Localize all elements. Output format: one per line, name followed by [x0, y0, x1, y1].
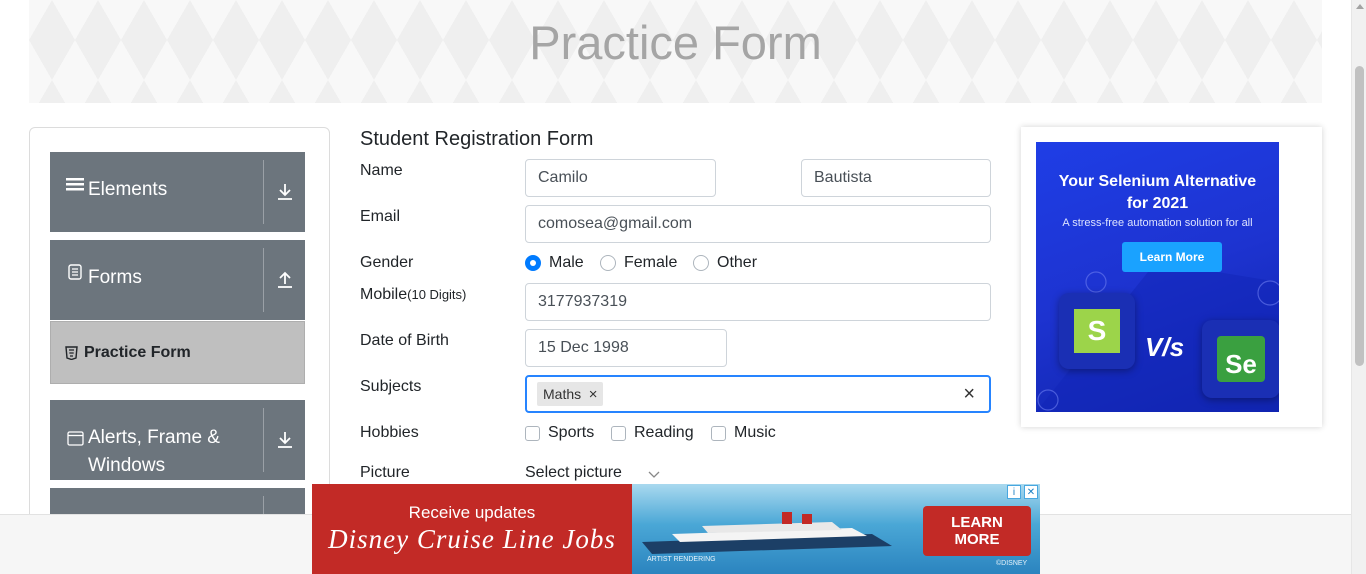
gender-other-radio[interactable]: Other	[693, 254, 757, 272]
vs-text: V/s	[1145, 332, 1185, 362]
selenium-logo-letter: Se	[1217, 336, 1265, 382]
adchoices-icon[interactable]: i	[1007, 485, 1021, 499]
checkbox-icon[interactable]	[611, 425, 626, 441]
subject-chip: Maths ×	[537, 382, 604, 406]
date-of-birth-input[interactable]: 15 Dec 1998	[525, 329, 727, 367]
gender-option-label: Male	[549, 254, 584, 271]
document-icon	[66, 264, 84, 280]
sidebar-group-label: Forms	[88, 267, 142, 288]
first-name-input[interactable]: Camilo	[525, 159, 716, 197]
vertical-scrollbar[interactable]	[1351, 0, 1366, 574]
email-label: Email	[360, 208, 401, 225]
subjects-label: Subjects	[360, 378, 422, 395]
katalon-logo-icon: S	[1059, 293, 1135, 369]
ad-cta-line1: LEARN	[951, 514, 1003, 531]
scroll-up-arrow-icon[interactable]	[1356, 4, 1364, 9]
sidebar-group-elements[interactable]: Elements	[50, 152, 305, 232]
mobile-hint: (10 Digits)	[407, 287, 467, 302]
radio-selected-icon[interactable]	[525, 255, 541, 271]
checkbox-icon[interactable]	[711, 425, 726, 441]
selenium-logo-icon: Se	[1202, 320, 1279, 398]
subjects-input[interactable]: Maths × ×	[525, 375, 991, 413]
ad-receive-updates: Receive updates	[408, 503, 536, 522]
hobby-sports-checkbox[interactable]: Sports	[525, 424, 594, 442]
hobbies-label: Hobbies	[360, 424, 419, 441]
header-banner: Practice Form	[29, 0, 1322, 103]
gender-female-radio[interactable]: Female	[600, 254, 677, 272]
sidebar-group-label-cont: Windows	[88, 455, 166, 476]
ad-red-panel: Receive updates Disney Cruise Line Jobs	[312, 484, 632, 574]
ad-brand-logo: Disney Cruise Line Jobs	[328, 524, 616, 554]
last-name-input[interactable]: Bautista	[801, 159, 991, 197]
ad-title-line2: for 2021	[1126, 195, 1189, 212]
ad-creative[interactable]: Your Selenium Alternative for 2021 A str…	[1036, 142, 1279, 412]
select-picture-label: Select picture	[525, 464, 622, 481]
ad-banner-right[interactable]: Your Selenium Alternative for 2021 A str…	[1021, 127, 1322, 427]
hobby-music-checkbox[interactable]: Music	[711, 424, 776, 442]
gender-label: Gender	[360, 254, 414, 271]
gender-option-label: Other	[717, 254, 758, 271]
ad-title: Your Selenium Alternative for 2021	[1036, 171, 1279, 215]
page-title: Practice Form	[529, 16, 822, 69]
download-arrow-icon[interactable]	[264, 152, 305, 232]
page: Practice Form Elements Forms Practice Fo…	[0, 0, 1366, 574]
mobile-label: Mobile(10 Digits)	[360, 286, 466, 304]
checkbox-icon[interactable]	[525, 425, 540, 441]
clear-icon[interactable]: ×	[963, 383, 975, 406]
sidebar-item-label: Practice Form	[84, 343, 191, 361]
ad-learn-more-button[interactable]: Learn More	[1122, 242, 1222, 272]
dob-label: Date of Birth	[360, 332, 449, 349]
radio-icon[interactable]	[600, 255, 616, 271]
sidebar: Elements Forms Practice Form Alerts, Fra…	[29, 127, 330, 527]
hobby-reading-checkbox[interactable]: Reading	[611, 424, 694, 442]
form-title: Student Registration Form	[360, 128, 594, 150]
chevron-down-icon	[648, 471, 660, 479]
ad-learn-more-button[interactable]: LEARN MORE	[923, 506, 1031, 556]
katalon-logo-letter: S	[1074, 309, 1120, 353]
mobile-input[interactable]: 3177937319	[525, 283, 991, 321]
close-icon[interactable]: ✕	[1024, 485, 1038, 499]
hobby-label: Sports	[548, 424, 595, 441]
email-input[interactable]: comosea@gmail.com	[525, 205, 991, 243]
ad-subtitle: A stress-free automation solution for al…	[1062, 217, 1253, 229]
sidebar-item-practice-form[interactable]: Practice Form	[50, 321, 305, 384]
radio-icon[interactable]	[693, 255, 709, 271]
hamburger-icon	[66, 176, 84, 192]
sidebar-group-forms[interactable]: Forms	[50, 240, 305, 320]
ad-copyright: ©DISNEY	[996, 560, 1028, 567]
chip-remove-icon[interactable]: ×	[583, 386, 603, 403]
ad-banner-bottom[interactable]: Receive updates Disney Cruise Line Jobs …	[312, 484, 1040, 574]
scrollbar-thumb[interactable]	[1355, 66, 1364, 366]
mobile-label-text: Mobile	[360, 286, 408, 303]
download-arrow-icon[interactable]	[264, 400, 305, 480]
sidebar-group-alerts[interactable]: Alerts, Frame & Windows	[50, 400, 305, 480]
ad-cta-line2: MORE	[954, 531, 1000, 548]
window-icon	[66, 430, 84, 446]
html5-icon	[65, 345, 78, 360]
hobby-label: Music	[734, 424, 776, 441]
upload-arrow-icon[interactable]	[264, 240, 305, 320]
name-label: Name	[360, 162, 403, 179]
select-picture-button[interactable]: Select picture	[525, 464, 660, 482]
ad-caption: ARTIST RENDERING	[647, 556, 716, 563]
subject-chip-label: Maths	[543, 386, 582, 402]
sidebar-group-label: Alerts, Frame &	[88, 427, 220, 448]
picture-label: Picture	[360, 464, 410, 481]
ad-title-line1: Your Selenium Alternative	[1058, 173, 1257, 190]
gender-option-label: Female	[624, 254, 678, 271]
hobby-label: Reading	[634, 424, 694, 441]
gender-male-radio[interactable]: Male	[525, 254, 584, 272]
sidebar-group-label: Elements	[88, 179, 168, 200]
